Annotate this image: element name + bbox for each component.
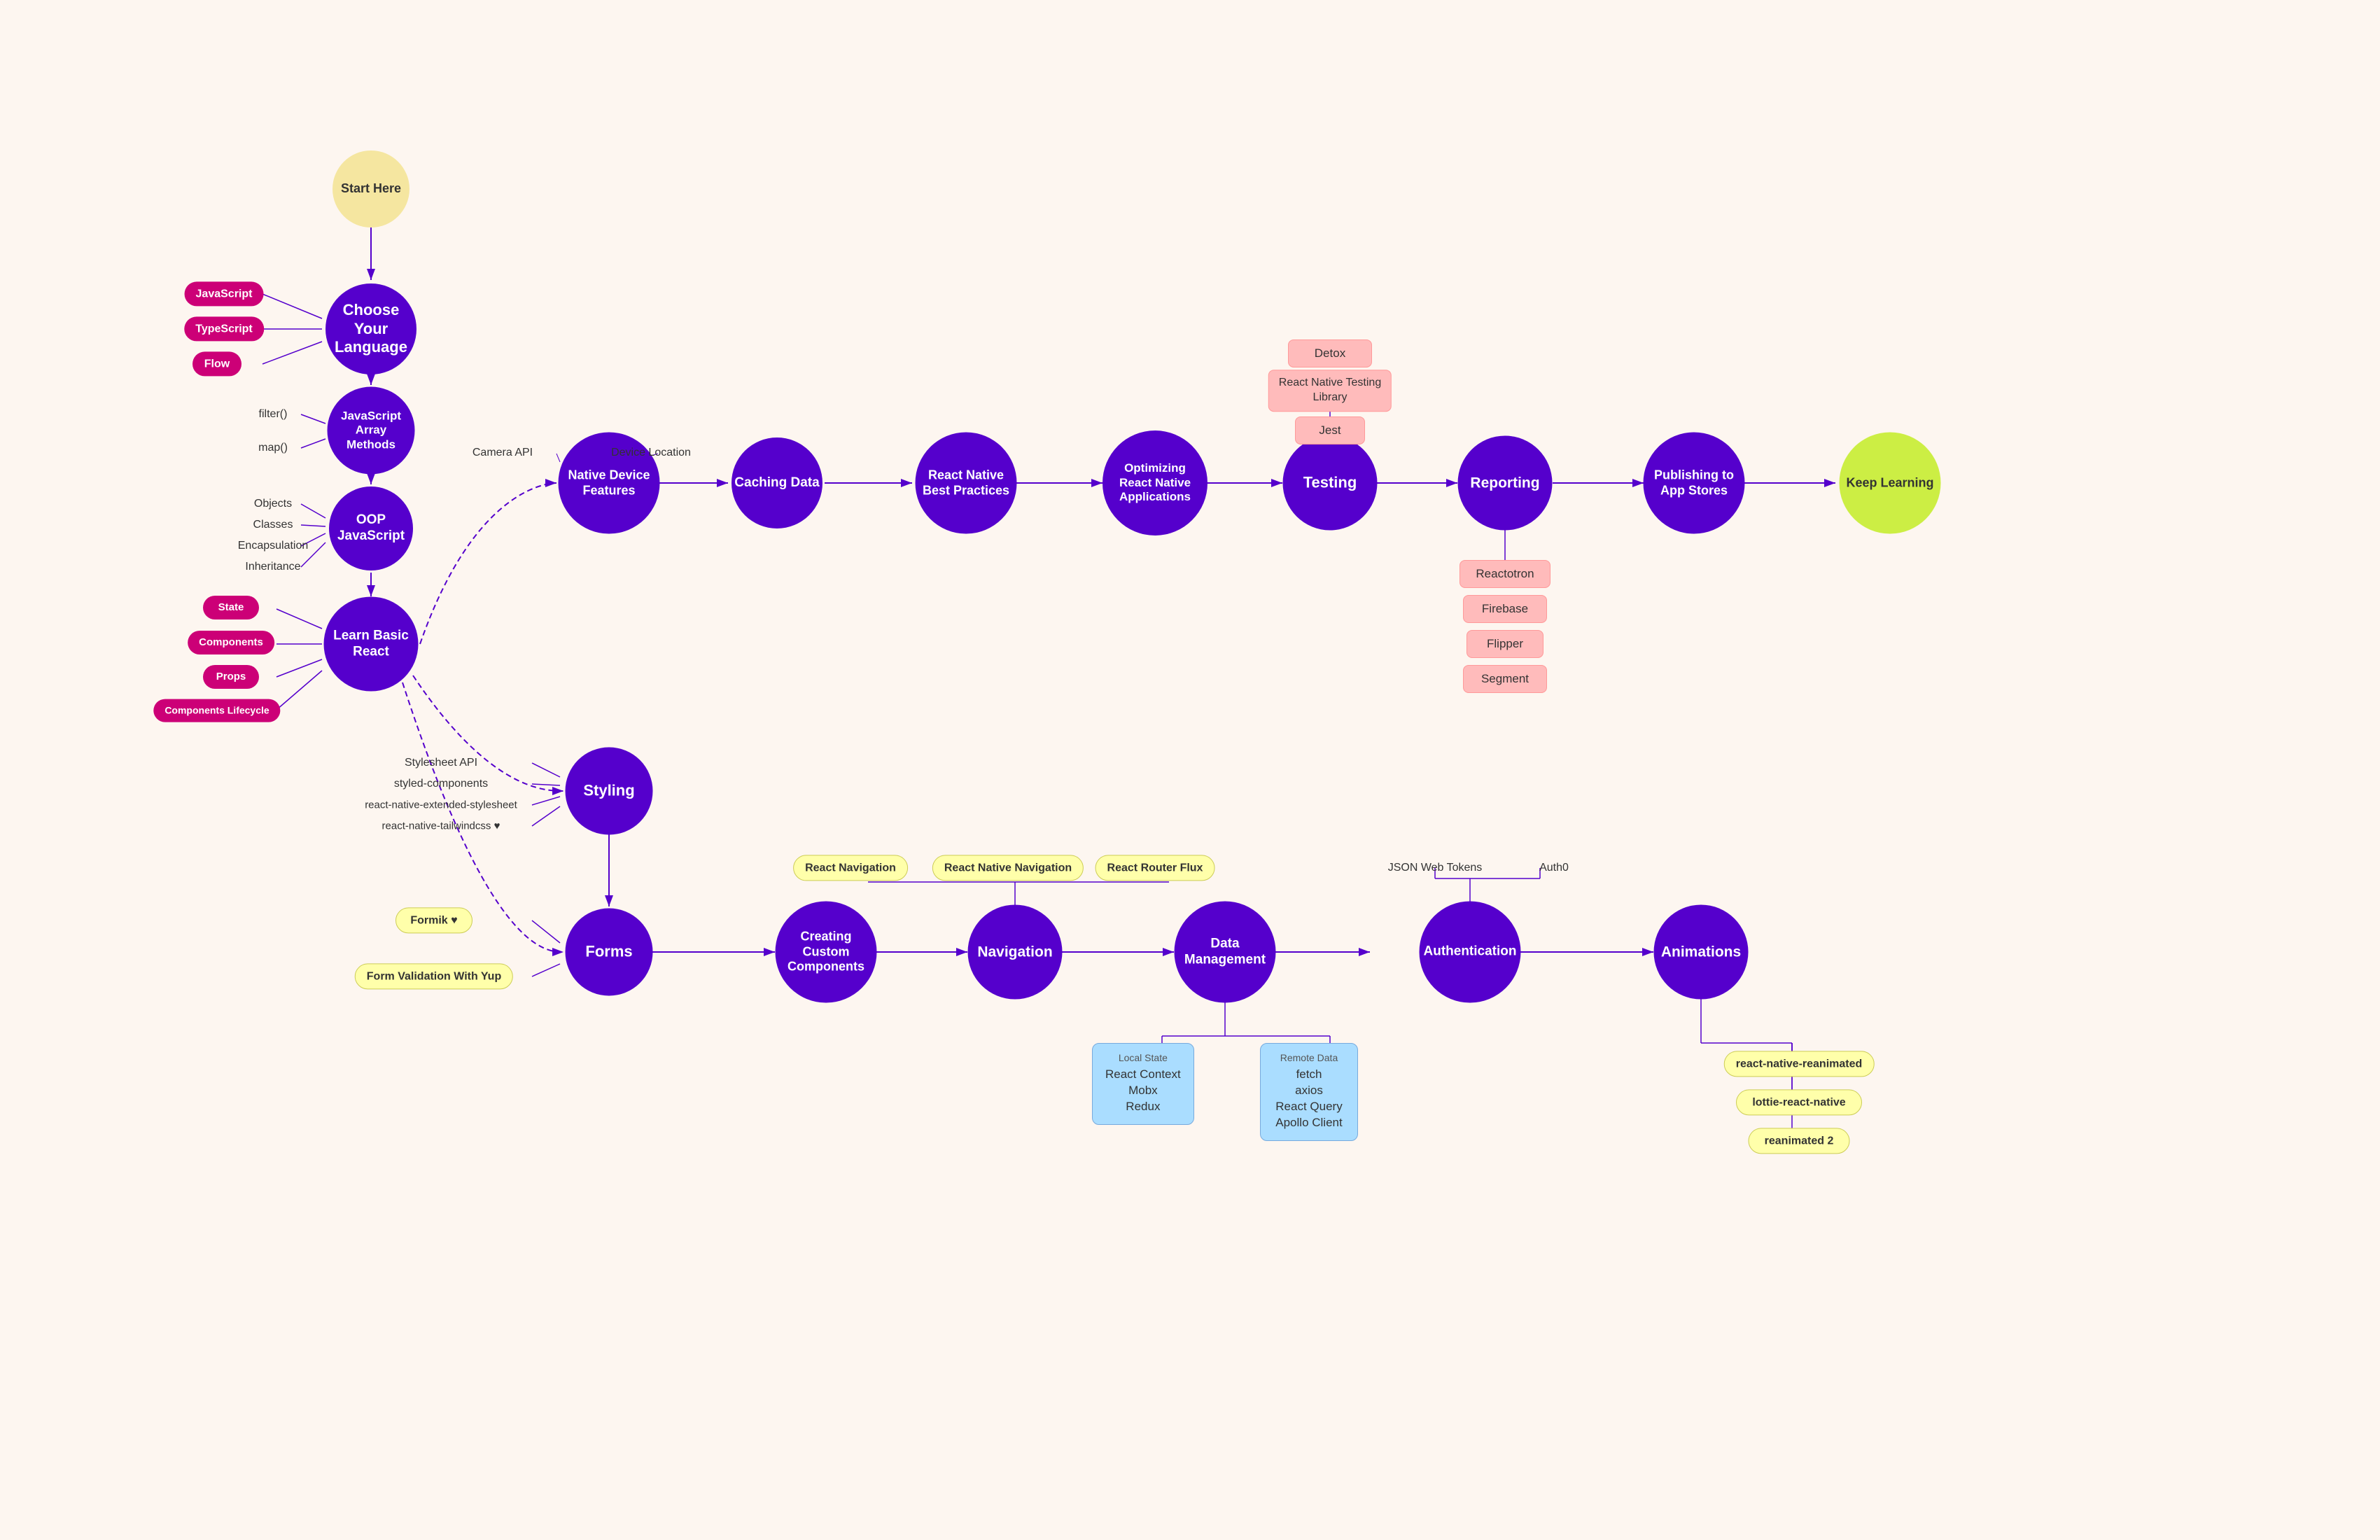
oop-javascript-node: OOP JavaScript — [329, 486, 413, 570]
form-validation-yup-pill: Form Validation With Yup — [355, 963, 513, 989]
creating-custom-components-node: Creating Custom Components — [776, 902, 877, 1003]
objects-label: Objects — [254, 498, 292, 510]
testing-node: Testing — [1283, 436, 1378, 531]
state-pill: State — [203, 596, 259, 620]
learn-basic-react-node: Learn Basic React — [324, 597, 419, 692]
classes-label: Classes — [253, 519, 293, 531]
remote-data-box: Remote Data fetch axios React Query Apol… — [1260, 1043, 1358, 1141]
reporting-node: Reporting — [1458, 436, 1553, 531]
choose-language-node: Choose Your Language — [326, 284, 416, 374]
react-navigation-pill: React Navigation — [793, 855, 908, 881]
json-web-tokens-label: JSON Web Tokens — [1388, 862, 1483, 874]
encapsulation-label: Encapsulation — [238, 540, 309, 552]
lottie-react-native-pill: lottie-react-native — [1736, 1089, 1862, 1115]
rn-tailwindcss-label: react-native-tailwindcss ♥ — [382, 820, 500, 832]
data-management-node: Data Management — [1175, 902, 1276, 1003]
optimizing-node: Optimizing React Native Applications — [1102, 430, 1208, 536]
inheritance-label: Inheritance — [245, 561, 300, 573]
javascript-pill: JavaScript — [185, 281, 264, 306]
authentication-node: Authentication — [1420, 902, 1521, 1003]
reactotron-rect: Reactotron — [1460, 560, 1550, 588]
react-router-flux-pill: React Router Flux — [1096, 855, 1215, 881]
rn-best-practices-node: React Native Best Practices — [916, 433, 1017, 534]
flipper-rect: Flipper — [1466, 630, 1544, 658]
mindmap-canvas: Start Here Choose Your Language JavaScri… — [0, 0, 2380, 1540]
device-location-label: Device Location — [611, 447, 691, 459]
filter-label: filter() — [259, 408, 288, 421]
map-label: map() — [258, 442, 288, 454]
typescript-pill: TypeScript — [184, 316, 264, 341]
detox-rect: Detox — [1288, 340, 1372, 368]
styled-components-label: styled-components — [394, 778, 488, 790]
local-state-box: Local State React Context Mobx Redux — [1092, 1043, 1194, 1125]
firebase-rect: Firebase — [1463, 595, 1547, 623]
components-lifecycle-pill: Components Lifecycle — [153, 699, 280, 722]
start-here-node: Start Here — [332, 150, 410, 227]
publishing-node: Publishing to App Stores — [1644, 433, 1745, 534]
animations-node: Animations — [1654, 905, 1749, 1000]
styling-node: Styling — [566, 748, 653, 835]
props-pill: Props — [203, 665, 259, 689]
forms-node: Forms — [566, 909, 653, 996]
navigation-node: Navigation — [968, 905, 1063, 1000]
rn-navigation-pill: React Native Navigation — [932, 855, 1084, 881]
rn-testing-library-rect: React Native TestingLibrary — [1268, 370, 1392, 412]
flow-pill: Flow — [192, 351, 241, 376]
reanimated2-pill: reanimated 2 — [1749, 1128, 1850, 1154]
rn-extended-stylesheet-label: react-native-extended-stylesheet — [365, 799, 517, 811]
components-pill: Components — [188, 631, 274, 654]
jest-rect: Jest — [1295, 416, 1365, 444]
camera-api-label: Camera API — [472, 447, 533, 459]
js-array-methods-node: JavaScript Array Methods — [328, 387, 415, 475]
connection-lines — [0, 0, 2380, 1540]
formik-pill: Formik ♥ — [396, 907, 472, 933]
segment-rect: Segment — [1463, 665, 1547, 693]
rn-reanimated-pill: react-native-reanimated — [1724, 1051, 1875, 1077]
keep-learning-node: Keep Learning — [1840, 433, 1941, 534]
caching-data-node: Caching Data — [732, 438, 822, 528]
stylesheet-api-label: Stylesheet API — [405, 757, 477, 769]
auth0-label: Auth0 — [1539, 862, 1569, 874]
